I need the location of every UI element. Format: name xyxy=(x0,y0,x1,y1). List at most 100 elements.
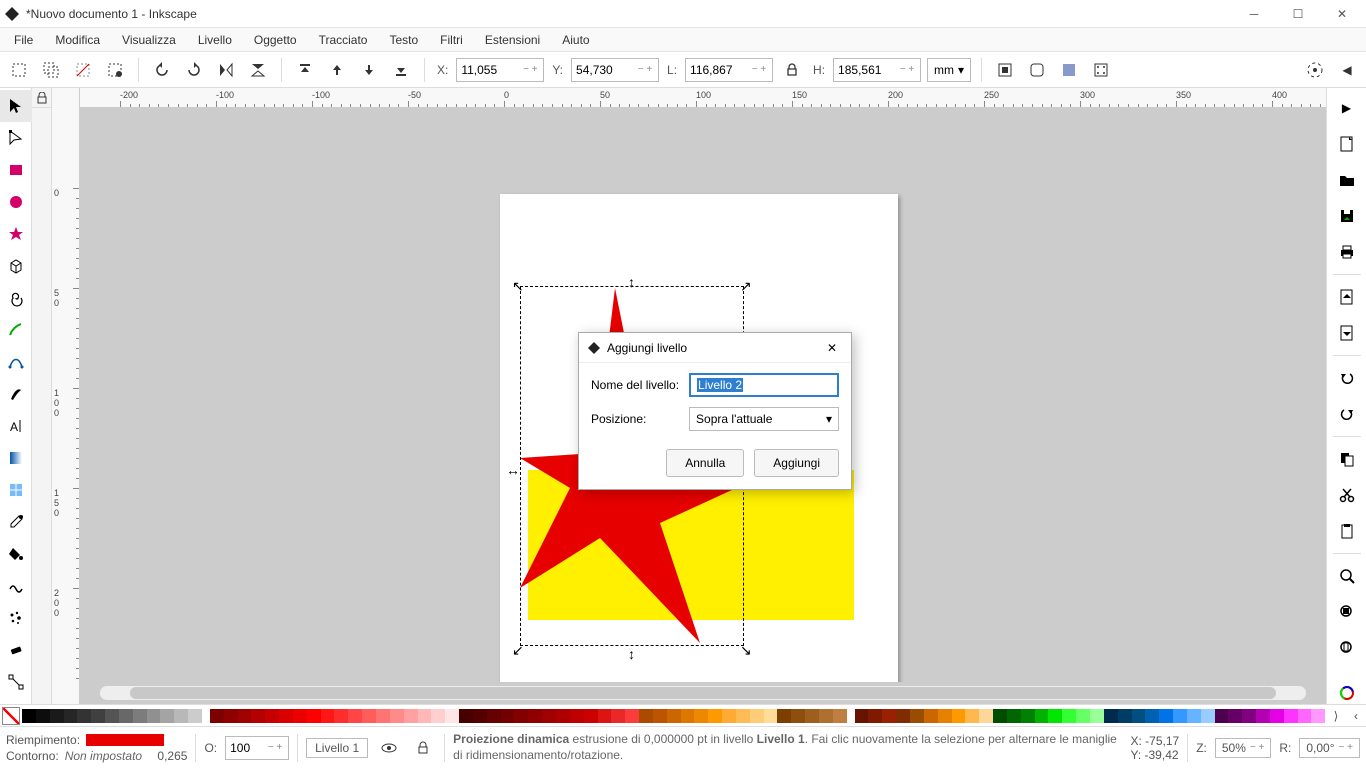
color-swatch[interactable] xyxy=(1159,709,1173,723)
mesh-tool[interactable] xyxy=(0,474,32,506)
color-swatch[interactable] xyxy=(833,709,847,723)
close-button[interactable]: ✕ xyxy=(1330,2,1354,26)
color-swatch[interactable] xyxy=(805,709,819,723)
color-swatch[interactable] xyxy=(1201,709,1215,723)
palette-menu-icon[interactable]: ‹ xyxy=(1346,709,1366,723)
new-doc-icon[interactable] xyxy=(1329,126,1365,162)
raise-top-icon[interactable] xyxy=(292,57,318,83)
lower-bottom-icon[interactable] xyxy=(388,57,414,83)
gradient-tool[interactable] xyxy=(0,442,32,474)
color-swatch[interactable] xyxy=(1104,709,1118,723)
calligraphy-tool[interactable] xyxy=(0,378,32,410)
color-swatch[interactable] xyxy=(993,709,1007,723)
color-swatch[interactable] xyxy=(431,709,445,723)
color-swatch[interactable] xyxy=(459,709,473,723)
color-swatch[interactable] xyxy=(667,709,681,723)
color-swatch[interactable] xyxy=(1270,709,1284,723)
deselect-icon[interactable] xyxy=(70,57,96,83)
color-swatch[interactable] xyxy=(910,709,924,723)
color-swatch[interactable] xyxy=(133,709,147,723)
selection-handle-n[interactable]: ↕ xyxy=(628,274,635,290)
canvas[interactable]: ↖ ↕ ↗ ↔ ↙ ↕ ↘ Aggiungi livello ✕ Nome de… xyxy=(80,108,1326,682)
export-icon[interactable] xyxy=(1329,315,1365,351)
color-swatch[interactable] xyxy=(376,709,390,723)
layer-name-input[interactable]: Livello 2 xyxy=(689,373,839,397)
collapse-icon[interactable]: ◀ xyxy=(1334,57,1360,83)
color-swatch[interactable] xyxy=(791,709,805,723)
ellipse-tool[interactable] xyxy=(0,186,32,218)
no-fill-swatch[interactable] xyxy=(2,707,20,725)
color-swatch[interactable] xyxy=(390,709,404,723)
color-swatch[interactable] xyxy=(307,709,321,723)
layer-selector[interactable]: Livello 1 xyxy=(306,738,368,758)
color-swatch[interactable] xyxy=(1090,709,1104,723)
move-patterns-icon[interactable] xyxy=(1088,57,1114,83)
bezier-tool[interactable] xyxy=(0,346,32,378)
vertical-ruler[interactable]: 05 01 0 01 5 02 0 0 xyxy=(52,88,80,704)
selection-handle-se[interactable]: ↘ xyxy=(740,642,752,659)
color-swatch[interactable] xyxy=(777,709,791,723)
menu-view[interactable]: Visualizza xyxy=(112,29,186,51)
color-swatch[interactable] xyxy=(487,709,501,723)
selection-handle-sw[interactable]: ↙ xyxy=(512,642,524,659)
undo-icon[interactable] xyxy=(1329,360,1365,396)
lower-icon[interactable] xyxy=(356,57,382,83)
color-swatch[interactable] xyxy=(238,709,252,723)
color-swatch[interactable] xyxy=(119,709,133,723)
redo-icon[interactable] xyxy=(1329,396,1365,432)
print-icon[interactable] xyxy=(1329,234,1365,270)
y-input[interactable]: − + xyxy=(571,58,659,82)
color-swatch[interactable] xyxy=(938,709,952,723)
h-input[interactable]: − + xyxy=(833,58,921,82)
color-swatch[interactable] xyxy=(868,709,882,723)
color-swatch[interactable] xyxy=(764,709,778,723)
color-swatch[interactable] xyxy=(528,709,542,723)
color-swatch[interactable] xyxy=(952,709,966,723)
color-swatch[interactable] xyxy=(819,709,833,723)
spiral-tool[interactable] xyxy=(0,282,32,314)
spray-tool[interactable] xyxy=(0,602,32,634)
menu-layer[interactable]: Livello xyxy=(188,29,242,51)
rotation-input[interactable]: 0,00°− + xyxy=(1299,738,1360,758)
pencil-tool[interactable] xyxy=(0,314,32,346)
color-swatch[interactable] xyxy=(64,709,78,723)
color-swatch[interactable] xyxy=(965,709,979,723)
layer-position-select[interactable]: Sopra l'attuale▾ xyxy=(689,407,839,431)
eraser-tool[interactable] xyxy=(0,634,32,666)
guide-lock-icon[interactable] xyxy=(32,88,51,108)
color-swatch[interactable] xyxy=(1048,709,1062,723)
color-swatch[interactable] xyxy=(105,709,119,723)
color-swatch[interactable] xyxy=(265,709,279,723)
selection-handle-s[interactable]: ↕ xyxy=(628,646,635,662)
fill-swatch[interactable] xyxy=(86,734,164,746)
x-input[interactable]: − + xyxy=(456,58,544,82)
color-swatch[interactable] xyxy=(77,709,91,723)
import-icon[interactable] xyxy=(1329,279,1365,315)
color-swatch[interactable] xyxy=(882,709,896,723)
color-swatch[interactable] xyxy=(188,709,202,723)
zoom-selection-icon[interactable] xyxy=(1329,558,1365,594)
color-swatch[interactable] xyxy=(556,709,570,723)
selector-tool[interactable] xyxy=(0,90,32,122)
color-swatch[interactable] xyxy=(445,709,459,723)
color-swatch[interactable] xyxy=(1242,709,1256,723)
select-all-icon[interactable] xyxy=(6,57,32,83)
color-swatch[interactable] xyxy=(321,709,335,723)
rotate-ccw-icon[interactable] xyxy=(149,57,175,83)
color-swatch[interactable] xyxy=(1298,709,1312,723)
color-swatch[interactable] xyxy=(625,709,639,723)
color-swatch[interactable] xyxy=(418,709,432,723)
color-swatch[interactable] xyxy=(1215,709,1229,723)
color-swatch[interactable] xyxy=(348,709,362,723)
menu-help[interactable]: Aiuto xyxy=(552,29,599,51)
color-swatch[interactable] xyxy=(896,709,910,723)
paste-icon[interactable] xyxy=(1329,513,1365,549)
color-swatch[interactable] xyxy=(1035,709,1049,723)
color-swatch[interactable] xyxy=(611,709,625,723)
menu-object[interactable]: Oggetto xyxy=(244,29,307,51)
selection-handle-ne[interactable]: ↗ xyxy=(740,278,752,295)
color-swatch[interactable] xyxy=(404,709,418,723)
color-swatch[interactable] xyxy=(750,709,764,723)
color-swatch[interactable] xyxy=(1118,709,1132,723)
horizontal-ruler[interactable]: -200-100-100-50050100150200250300350400 xyxy=(80,88,1326,108)
